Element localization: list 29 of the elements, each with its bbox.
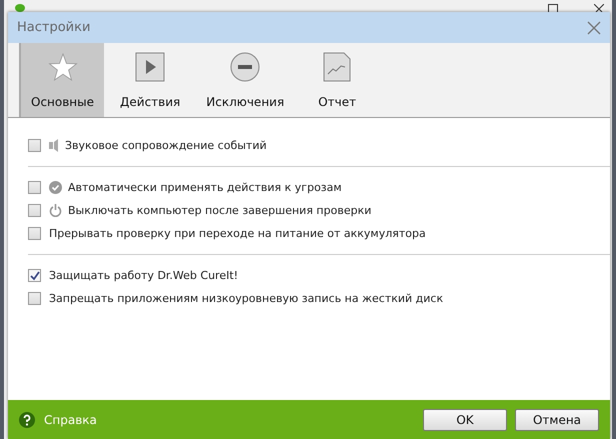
help-icon bbox=[19, 412, 35, 428]
option-label: Прерывать проверку при переходе на питание от аккумулятора bbox=[49, 227, 426, 240]
dialog-button[interactable]: OK bbox=[423, 408, 507, 430]
maximize-icon[interactable] bbox=[548, 4, 558, 12]
settings-tab[interactable]: Основные bbox=[19, 43, 104, 117]
settings-tab[interactable]: Действия bbox=[108, 43, 190, 117]
power-icon bbox=[49, 204, 62, 217]
option-label: Защищать работу Dr.Web CureIt! bbox=[49, 269, 238, 282]
settings-tab[interactable]: Исключения bbox=[194, 43, 294, 117]
play-icon bbox=[135, 52, 166, 82]
minus-icon bbox=[230, 52, 260, 82]
check-circle-icon bbox=[49, 181, 62, 194]
close-icon[interactable] bbox=[594, 4, 604, 12]
star-icon bbox=[48, 52, 78, 82]
window-title: Настройки bbox=[17, 20, 90, 35]
checkbox[interactable] bbox=[28, 269, 41, 282]
option-label: Автоматически применять действия к угрозам bbox=[68, 181, 342, 194]
settings-tab[interactable]: Отчет bbox=[298, 43, 374, 117]
checkbox[interactable] bbox=[28, 181, 41, 194]
checkbox[interactable] bbox=[28, 139, 41, 152]
option-label: Выключать компьютер после завершения проверки bbox=[68, 204, 372, 217]
dialog-button[interactable]: Отмена bbox=[515, 408, 599, 430]
checkbox[interactable] bbox=[28, 292, 41, 305]
chart-document-icon bbox=[323, 52, 352, 82]
checkbox[interactable] bbox=[28, 227, 41, 240]
option-label: Звуковое сопровождение событий bbox=[65, 139, 267, 152]
option-label: Запрещать приложениям низкоуровневую запись на жесткий диск bbox=[49, 292, 444, 305]
checkbox[interactable] bbox=[28, 204, 41, 217]
speaker-icon bbox=[49, 139, 59, 152]
